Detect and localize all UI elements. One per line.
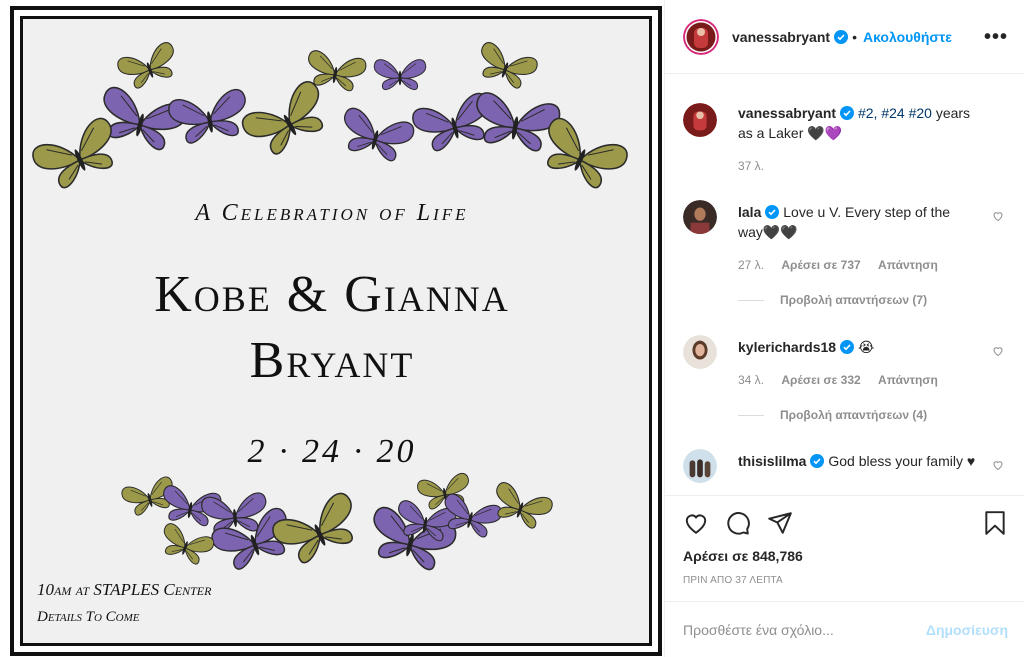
more-options-icon[interactable]: ••• bbox=[984, 27, 1008, 47]
invitation-time-place: 10am at STAPLES Center bbox=[37, 580, 212, 599]
hashtag-link[interactable]: #2, bbox=[858, 105, 877, 121]
post-comment-button[interactable]: Δημοσίευση bbox=[926, 622, 1008, 638]
butterfly-icon bbox=[32, 117, 113, 189]
heart-icon[interactable] bbox=[683, 510, 709, 536]
likes-count[interactable]: Αρέσει σε 848,786 bbox=[683, 548, 803, 564]
butterfly-icon bbox=[547, 117, 628, 189]
reply-button[interactable]: Απάντηση bbox=[878, 258, 938, 272]
caption-meta: 37 λ. bbox=[738, 159, 778, 173]
verified-icon bbox=[840, 340, 855, 354]
comment-input[interactable] bbox=[683, 621, 926, 638]
comment-username[interactable]: kylerichards18 bbox=[738, 339, 836, 355]
comments-list[interactable]: vanessabryant #2, #24 #20 years as a Lak… bbox=[665, 75, 1024, 495]
comment-likes[interactable]: Αρέσει σε 737 bbox=[781, 258, 860, 272]
comment-like-icon[interactable] bbox=[992, 459, 1004, 471]
verified-icon bbox=[810, 454, 825, 468]
view-replies-button[interactable]: Προβολή απαντήσεων (7) bbox=[738, 293, 927, 307]
commenter-avatar[interactable] bbox=[683, 200, 717, 234]
comment-likes[interactable]: Αρέσει σε 332 bbox=[781, 373, 860, 387]
invitation-date: 2 · 24 · 20 bbox=[247, 433, 417, 470]
commenter-avatar[interactable] bbox=[683, 335, 717, 369]
commenter-avatar[interactable] bbox=[683, 449, 717, 483]
hashtag-link[interactable]: #20 bbox=[909, 105, 932, 121]
header-separator: • bbox=[852, 28, 857, 45]
comment-like-icon[interactable] bbox=[992, 210, 1004, 222]
caption-username[interactable]: vanessabryant bbox=[738, 105, 836, 121]
comment-text: 😭 bbox=[857, 339, 875, 355]
caption-time[interactable]: 37 λ. bbox=[738, 159, 764, 173]
butterfly-icon bbox=[272, 492, 353, 564]
bookmark-icon[interactable] bbox=[982, 510, 1008, 536]
hashtag-link[interactable]: #24 bbox=[881, 105, 904, 121]
comment-text: God bless your family ♥ bbox=[828, 453, 976, 469]
comment-time[interactable]: 34 λ. bbox=[738, 373, 764, 387]
follow-button[interactable]: Ακολουθήστε bbox=[863, 29, 952, 45]
invitation-details: Details To Come bbox=[37, 609, 140, 625]
comment-icon[interactable] bbox=[725, 510, 751, 536]
caption-avatar[interactable] bbox=[683, 103, 717, 137]
header-username[interactable]: vanessabryant bbox=[732, 29, 830, 45]
invitation-names: Kobe & Gianna Bryant bbox=[0, 262, 664, 394]
verified-icon bbox=[834, 29, 849, 44]
comment-meta: 34 λ. Αρέσει σε 332 Απάντηση bbox=[738, 373, 952, 387]
comment-username[interactable]: lala bbox=[738, 204, 761, 220]
post-actions: Αρέσει σε 848,786 ΠΡΙΝ ΑΠΟ 37 ΛΕΠΤΑ bbox=[665, 495, 1024, 601]
butterfly-icon bbox=[373, 59, 427, 90]
verified-icon bbox=[840, 106, 855, 120]
reply-button[interactable]: Απάντηση bbox=[878, 373, 938, 387]
invitation-names-line1: Kobe & Gianna bbox=[154, 266, 510, 323]
butterfly-icon bbox=[476, 92, 561, 152]
post-header: vanessabryant • Ακολουθήστε ••• bbox=[665, 0, 1024, 74]
butterfly-icon bbox=[117, 42, 174, 89]
avatar[interactable] bbox=[683, 18, 719, 55]
butterfly-icon bbox=[241, 81, 324, 155]
verified-icon bbox=[765, 205, 780, 219]
view-replies-label: Προβολή απαντήσεων (7) bbox=[780, 293, 928, 307]
comment-username[interactable]: thisislilma bbox=[738, 453, 806, 469]
comment-meta: 27 λ. Αρέσει σε 737 Απάντηση bbox=[738, 258, 952, 272]
butterfly-icon bbox=[481, 42, 538, 89]
share-icon[interactable] bbox=[767, 510, 793, 536]
comment-like-icon[interactable] bbox=[992, 345, 1004, 357]
invitation-names-line2: Bryant bbox=[249, 332, 415, 389]
butterfly-icon bbox=[168, 89, 246, 144]
view-replies-button[interactable]: Προβολή απαντήσεων (4) bbox=[738, 408, 927, 422]
add-comment-bar: Δημοσίευση bbox=[665, 601, 1024, 657]
butterfly-icon bbox=[343, 107, 415, 162]
replies-divider bbox=[738, 414, 764, 416]
post-image[interactable]: A Celebration of Life Kobe & Gianna Brya… bbox=[0, 0, 664, 657]
butterfly-icon bbox=[163, 523, 214, 565]
invitation-subtitle: A Celebration of Life bbox=[195, 200, 469, 226]
post-sidebar: vanessabryant • Ακολουθήστε ••• vanessab… bbox=[664, 0, 1024, 657]
comment-time[interactable]: 27 λ. bbox=[738, 258, 764, 272]
view-replies-label: Προβολή απαντήσεων (4) bbox=[780, 408, 928, 422]
replies-divider bbox=[738, 299, 764, 301]
post-time[interactable]: ΠΡΙΝ ΑΠΟ 37 ΛΕΠΤΑ bbox=[683, 575, 783, 586]
